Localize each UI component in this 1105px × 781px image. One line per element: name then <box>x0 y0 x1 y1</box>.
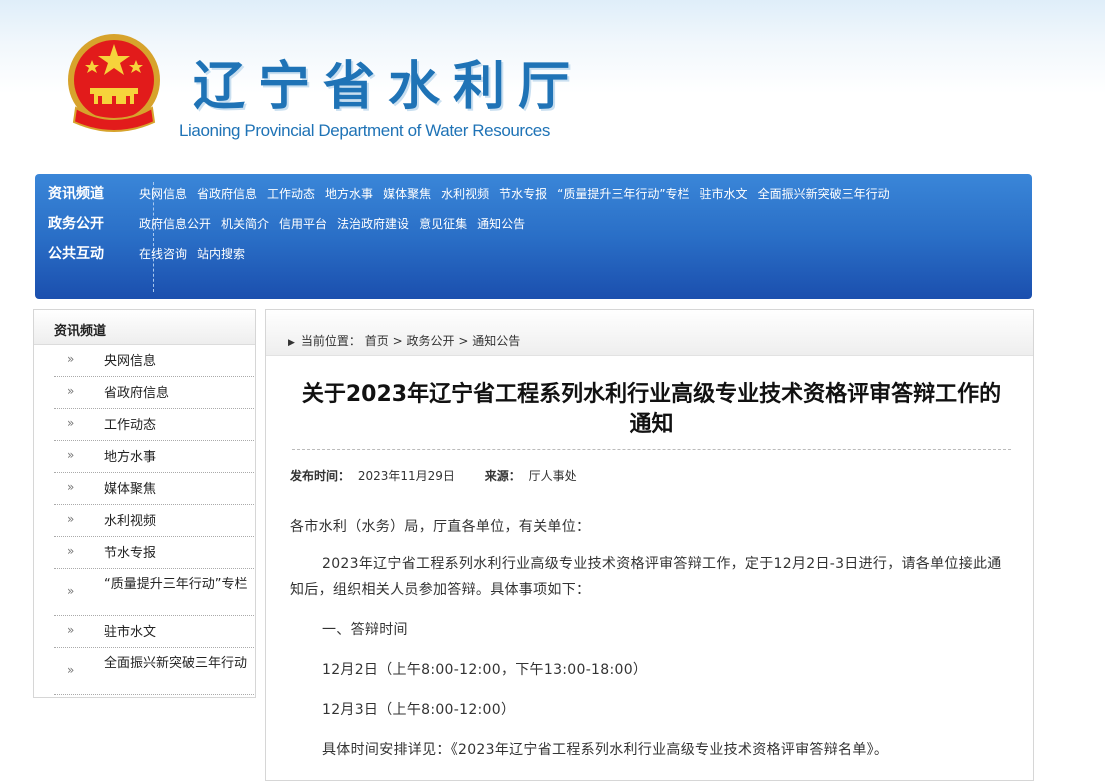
double-chevron-icon: » <box>67 416 75 430</box>
double-chevron-icon: » <box>67 352 75 366</box>
publish-label: 发布时间： <box>290 469 351 483</box>
nav-link[interactable]: 机关简介 <box>221 217 269 231</box>
nav-link[interactable]: 通知公告 <box>477 217 525 231</box>
breadcrumb-notice[interactable]: 通知公告 <box>472 334 520 348</box>
nav-heading-gov[interactable]: 政务公开 <box>48 214 128 234</box>
sidebar-item[interactable]: » 节水专报 <box>54 537 254 569</box>
article-panel: ▶ 当前位置： 首页 > 政务公开 > 通知公告 关于2023年辽宁省工程系列水利… <box>265 309 1034 781</box>
double-chevron-icon: » <box>67 584 75 598</box>
article-meta: 发布时间： 2023年11月29日 来源： 厅人事处 <box>290 467 577 484</box>
nav-link[interactable]: 在线咨询 <box>139 247 187 261</box>
main-nav: 资讯频道 央网信息 省政府信息 工作动态 地方水事 媒体聚焦 水利视频 节水专报 “质量提升三… <box>35 174 1032 299</box>
nav-links-news: 央网信息 省政府信息 工作动态 地方水事 媒体聚焦 水利视频 节水专报 “质量提升三年行动”专… <box>139 184 900 204</box>
intro-paragraph: 2023年辽宁省工程系列水利行业高级专业技术资格评审答辩工作，定于12月2日-3… <box>290 556 1002 598</box>
breadcrumb-sep: > <box>458 334 469 348</box>
nav-link[interactable]: 地方水事 <box>325 187 373 201</box>
sidebar-item[interactable]: » 央网信息 <box>54 345 254 377</box>
national-emblem-icon <box>68 34 160 132</box>
nav-link[interactable]: 媒体聚焦 <box>383 187 431 201</box>
article-title: 关于2023年辽宁省工程系列水利行业高级专业技术资格评审答辩工作的通知 <box>301 382 1002 437</box>
breadcrumb: ▶ 当前位置： 首页 > 政务公开 > 通知公告 <box>288 332 520 349</box>
publish-date: 2023年11月29日 <box>357 469 455 483</box>
breadcrumb-bar: ▶ 当前位置： 首页 > 政务公开 > 通知公告 <box>266 310 1033 356</box>
sidebar-item[interactable]: » 地方水事 <box>54 441 254 473</box>
nav-heading-public[interactable]: 公共互动 <box>48 244 128 264</box>
double-chevron-icon: » <box>67 448 75 462</box>
nav-link[interactable]: 驻市水文 <box>700 187 748 201</box>
nav-link[interactable]: 工作动态 <box>267 187 315 201</box>
nav-heading-news[interactable]: 资讯频道 <box>48 184 128 204</box>
double-chevron-icon: » <box>67 384 75 398</box>
nav-link[interactable]: 全面振兴新突破三年行动 <box>758 187 890 201</box>
breadcrumb-sep: > <box>392 334 403 348</box>
sidebar-item[interactable]: » 水利视频 <box>54 505 254 537</box>
salutation: 各市水利（水务）局，厅直各单位，有关单位： <box>290 519 591 535</box>
breadcrumb-gov[interactable]: 政务公开 <box>407 334 455 348</box>
time-line-2: 12月3日（上午8:00-12:00） <box>322 702 516 718</box>
source-label: 来源： <box>484 469 521 483</box>
double-chevron-icon: » <box>67 480 75 494</box>
sidebar-item-label: 地方水事 <box>104 450 157 465</box>
title-divider <box>292 449 1011 450</box>
nav-link[interactable]: 水利视频 <box>441 187 489 201</box>
time-line-1: 12月2日（上午8:00-12:00，下午13:00-18:00） <box>322 662 648 678</box>
sidebar-item[interactable]: » 媒体聚焦 <box>54 473 254 505</box>
sidebar-item-label: 驻市水文 <box>104 625 157 640</box>
nav-link[interactable]: 信用平台 <box>279 217 327 231</box>
sidebar-header: 资讯频道 <box>34 310 255 345</box>
nav-link[interactable]: 省政府信息 <box>197 187 257 201</box>
sidebar-item-label: 全面振兴新突破三年行动 <box>104 656 248 671</box>
site-title: 辽宁省水利厅 <box>193 57 584 117</box>
sidebar-item-label: 央网信息 <box>104 354 157 369</box>
sidebar: 资讯频道 » 央网信息 » 省政府信息 » 工作动态 » 地方水事 » 媒体聚焦… <box>33 309 256 698</box>
nav-link[interactable]: 节水专报 <box>499 187 547 201</box>
nav-link[interactable]: 意见征集 <box>419 217 467 231</box>
nav-link[interactable]: 法治政府建设 <box>337 217 409 231</box>
time-detail: 具体时间安排详见：《2023年辽宁省工程系列水利行业高级专业技术资格评审答辩名单… <box>322 742 889 758</box>
nav-links-gov: 政府信息公开 机关简介 信用平台 法治政府建设 意见征集 通知公告 <box>139 214 535 234</box>
nav-link[interactable]: 央网信息 <box>139 187 187 201</box>
source-value: 厅人事处 <box>528 469 577 483</box>
triangle-right-icon: ▶ <box>288 338 295 348</box>
site-subtitle: Liaoning Provincial Department of Water … <box>179 121 550 140</box>
double-chevron-icon: » <box>67 512 75 526</box>
nav-link[interactable]: 政府信息公开 <box>139 217 211 231</box>
nav-link[interactable]: “质量提升三年行动”专栏 <box>557 187 689 201</box>
breadcrumb-home[interactable]: 首页 <box>365 334 389 348</box>
breadcrumb-label: 当前位置： <box>300 334 361 348</box>
sidebar-item-label: 省政府信息 <box>104 386 170 401</box>
sidebar-item[interactable]: » 省政府信息 <box>54 377 254 409</box>
section-heading: 一、答辩时间 <box>322 622 408 638</box>
sidebar-item-label: “质量提升三年行动”专栏 <box>104 577 248 592</box>
sidebar-item-label: 工作动态 <box>104 418 157 433</box>
sidebar-item-label: 节水专报 <box>104 546 157 561</box>
sidebar-item[interactable]: » 驻市水文 <box>54 616 254 648</box>
sidebar-item-label: 水利视频 <box>104 514 157 529</box>
nav-link[interactable]: 站内搜索 <box>197 247 245 261</box>
sidebar-title: 资讯频道 <box>54 324 107 339</box>
double-chevron-icon: » <box>67 544 75 558</box>
sidebar-item[interactable]: » 全面振兴新突破三年行动 <box>54 648 254 695</box>
nav-links-public: 在线咨询 站内搜索 <box>139 244 255 264</box>
sidebar-item[interactable]: » 工作动态 <box>54 409 254 441</box>
sidebar-item-label: 媒体聚焦 <box>104 482 157 497</box>
sidebar-item[interactable]: » “质量提升三年行动”专栏 <box>54 569 254 616</box>
double-chevron-icon: » <box>67 663 75 677</box>
double-chevron-icon: » <box>67 623 75 637</box>
